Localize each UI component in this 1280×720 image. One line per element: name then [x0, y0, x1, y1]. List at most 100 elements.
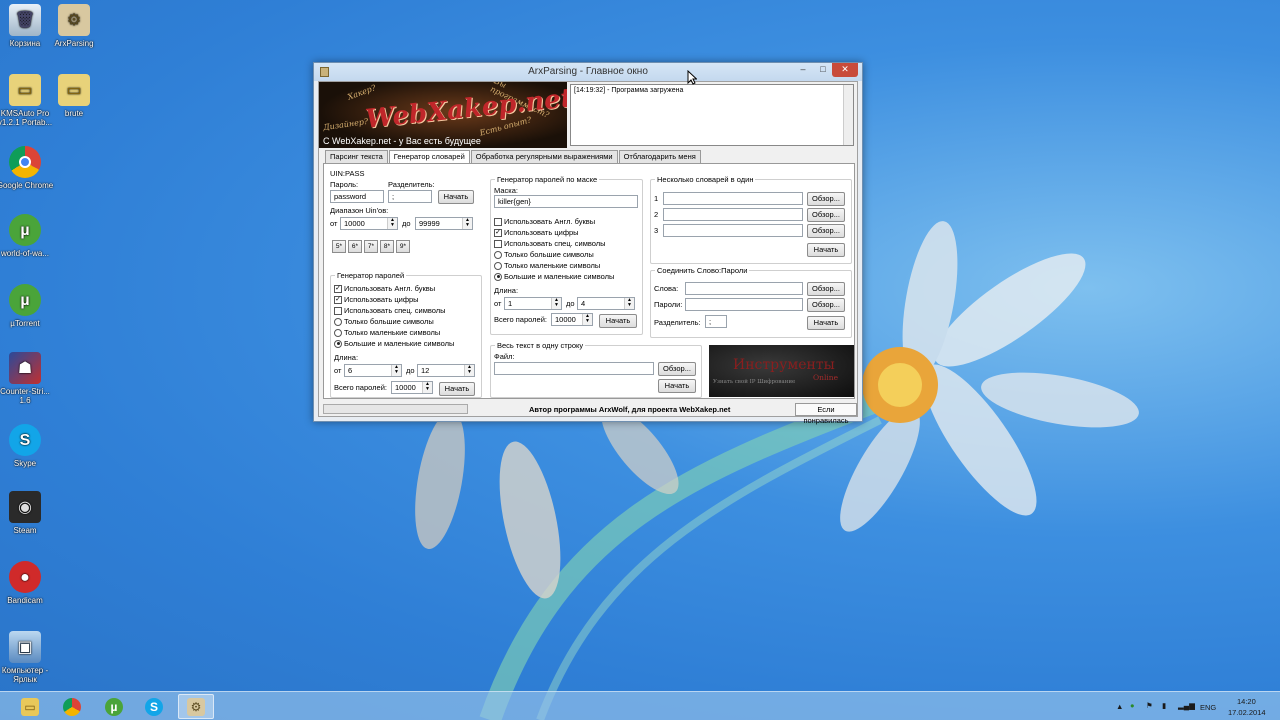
dictionary-3-browse-button[interactable]: Обзор... [807, 224, 845, 238]
taskbar-explorer-button[interactable]: ▭ [12, 694, 48, 719]
words-browse-button[interactable]: Обзор... [807, 282, 845, 296]
password-input[interactable]: password [330, 190, 384, 203]
dictionary-1-browse-button[interactable]: Обзор... [807, 192, 845, 206]
desktop-icon-brute[interactable]: ▭ brute [44, 74, 104, 118]
desktop-icon-bandicam[interactable]: ● Bandicam [0, 561, 55, 605]
passgen-option-upper[interactable]: Только большие символы [334, 317, 434, 326]
maskgen-length-from[interactable]: 1 ▲ ▼ [504, 297, 562, 310]
radio-icon[interactable] [334, 328, 342, 337]
spin-arrows-icon[interactable]: ▲ ▼ [387, 218, 397, 229]
thanks-button[interactable]: Если понравилась [795, 403, 857, 425]
words-input[interactable] [685, 282, 803, 295]
clock-time[interactable]: 14:20 [1237, 697, 1256, 706]
spin-arrows-icon[interactable]: ▲ ▼ [624, 298, 634, 309]
log-scrollbar[interactable] [843, 85, 853, 145]
tray-arrow-icon[interactable]: ▲ [1116, 702, 1123, 711]
tray-utorrent-icon[interactable]: ● [1130, 701, 1135, 710]
checkbox-checked-icon[interactable]: ✓ [334, 295, 342, 304]
close-button[interactable]: ✕ [832, 63, 858, 77]
maskgen-option-mixed[interactable]: Большие и маленькие символы [494, 272, 614, 281]
radio-icon[interactable] [494, 250, 502, 259]
passgen-option-lower[interactable]: Только маленькие символы [334, 328, 440, 337]
minimize-button[interactable]: – [792, 63, 814, 77]
maskgen-option-digits[interactable]: ✓ Использовать цифры [494, 228, 579, 237]
passgen-length-to[interactable]: 12 ▲ ▼ [417, 364, 475, 377]
tray-network-icon[interactable]: ▮ [1162, 701, 1166, 710]
taskbar-utorrent-button[interactable]: µ [96, 694, 132, 719]
checkbox-checked-icon[interactable]: ✓ [494, 228, 502, 237]
tab-regex[interactable]: Обработка регулярными выражениями [470, 150, 618, 163]
spin-arrows-icon[interactable]: ▲ ▼ [582, 314, 592, 325]
passgen-option-eng[interactable]: ✓ Использовать Англ. буквы [334, 284, 435, 293]
file-input[interactable] [494, 362, 654, 375]
dictionary-1-input[interactable] [663, 192, 803, 205]
passwords-input[interactable] [685, 298, 803, 311]
maximize-button[interactable]: □ [812, 63, 834, 77]
radio-selected-icon[interactable] [494, 272, 502, 281]
mask-input[interactable]: killer{gen} [494, 195, 638, 208]
checkbox-checked-icon[interactable]: ✓ [334, 284, 342, 293]
radio-icon[interactable] [334, 317, 342, 326]
taskbar-chrome-button[interactable] [54, 694, 90, 719]
passgen-total-input[interactable]: 10000 ▲ ▼ [391, 381, 433, 394]
tray-signal-icon[interactable]: ▂▄▆ [1178, 701, 1195, 710]
passgen-start-button[interactable]: Начать [439, 382, 475, 396]
spin-arrows-icon[interactable]: ▲ ▼ [391, 365, 401, 376]
checkbox-icon[interactable] [494, 239, 502, 248]
dictionary-3-input[interactable] [663, 224, 803, 237]
dictionary-2-browse-button[interactable]: Обзор... [807, 208, 845, 222]
desktop-icon-steam[interactable]: ◉ Steam [0, 491, 55, 535]
uin-to-input[interactable]: 99999 ▲ ▼ [415, 217, 473, 230]
maskgen-length-to[interactable]: 4 ▲ ▼ [577, 297, 635, 310]
spin-arrows-icon[interactable]: ▲ ▼ [462, 218, 472, 229]
digit-5-button[interactable]: 5* [332, 240, 346, 253]
maskgen-option-eng[interactable]: Использовать Англ. буквы [494, 217, 595, 226]
desktop-icon-computer[interactable]: ▣ Компьютер - Ярлык [0, 631, 55, 684]
spin-arrows-icon[interactable]: ▲ ▼ [422, 382, 432, 393]
radio-selected-icon[interactable] [334, 339, 342, 348]
tray-flag-icon[interactable]: ⚑ [1146, 701, 1153, 710]
uinpass-start-button[interactable]: Начать [438, 190, 474, 204]
merge-start-button[interactable]: Начать [807, 243, 845, 257]
uin-from-input[interactable]: 10000 ▲ ▼ [340, 217, 398, 230]
digit-8-button[interactable]: 8* [380, 240, 394, 253]
desktop-icon-skype[interactable]: S Skype [0, 424, 55, 468]
dictionary-2-input[interactable] [663, 208, 803, 221]
instruments-banner[interactable]: Инструменты Online Узнать свой IP Шифров… [709, 345, 854, 397]
desktop-icon-chrome[interactable]: Google Chrome [0, 146, 55, 190]
taskbar-arxparsing-button[interactable]: ⚙ [178, 694, 214, 719]
maskgen-total-input[interactable]: 10000 ▲ ▼ [551, 313, 593, 326]
spin-arrows-icon[interactable]: ▲ ▼ [464, 365, 474, 376]
passwords-browse-button[interactable]: Обзор... [807, 298, 845, 312]
digit-9-button[interactable]: 9* [396, 240, 410, 253]
digit-7-button[interactable]: 7* [364, 240, 378, 253]
maskgen-start-button[interactable]: Начать [599, 314, 637, 328]
passgen-option-digits[interactable]: ✓ Использовать цифры [334, 295, 419, 304]
checkbox-icon[interactable] [334, 306, 342, 315]
passgen-option-special[interactable]: Использовать спец. символы [334, 306, 446, 315]
desktop-icon-arxparsing[interactable]: ⚙ ArxParsing [44, 4, 104, 48]
oneline-browse-button[interactable]: Обзор... [658, 362, 696, 376]
join-start-button[interactable]: Начать [807, 316, 845, 330]
passgen-length-from[interactable]: 6 ▲ ▼ [344, 364, 402, 377]
clock-date[interactable]: 17.02.2014 [1228, 708, 1266, 717]
maskgen-option-lower[interactable]: Только маленькие символы [494, 261, 600, 270]
checkbox-icon[interactable] [494, 217, 502, 226]
desktop-icon-counter-strike[interactable]: ☗ Counter-Stri... 1.6 [0, 352, 55, 405]
taskbar-skype-button[interactable]: S [136, 694, 172, 719]
desktop-icon-utorrent[interactable]: µ µTorrent [0, 284, 55, 328]
tab-text-parsing[interactable]: Парсинг текста [325, 150, 388, 163]
log-box[interactable]: [14:19:32] - Программа загружена [570, 84, 854, 146]
desktop-icon-world-of-warplanes[interactable]: µ world-of-wa... [0, 214, 55, 258]
passgen-option-mixed[interactable]: Большие и маленькие символы [334, 339, 454, 348]
tab-thank-me[interactable]: Отблагодарить меня [618, 150, 701, 163]
radio-icon[interactable] [494, 261, 502, 270]
tab-dictionary-generator[interactable]: Генератор словарей [388, 150, 470, 164]
maskgen-option-upper[interactable]: Только большие символы [494, 250, 594, 259]
oneline-start-button[interactable]: Начать [658, 379, 696, 393]
join-separator-input[interactable]: ; [705, 315, 727, 328]
spin-arrows-icon[interactable]: ▲ ▼ [551, 298, 561, 309]
separator-input[interactable]: ; [388, 190, 432, 203]
maskgen-option-special[interactable]: Использовать спец. символы [494, 239, 606, 248]
webxakep-banner[interactable]: Хакер? Вы программист? Дизайнер? Есть оп… [319, 82, 567, 148]
